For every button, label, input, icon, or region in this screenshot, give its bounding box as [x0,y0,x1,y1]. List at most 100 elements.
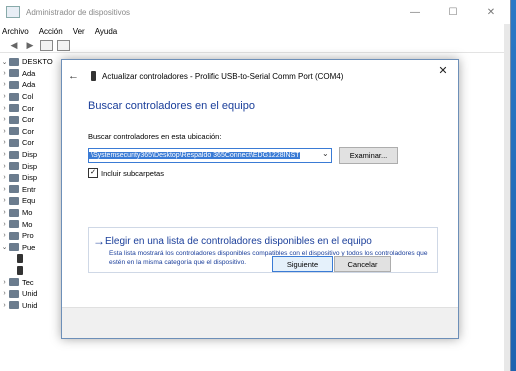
tree-item[interactable] [0,265,62,277]
close-window-button[interactable]: ✕ [472,7,510,18]
back-arrow-icon[interactable]: ← [68,70,79,82]
next-button[interactable]: Siguiente [272,256,333,272]
toolbar: ◀ ▶ [0,38,510,53]
minimize-button[interactable]: — [396,7,434,18]
close-icon[interactable]: ✕ [436,64,450,77]
path-input[interactable]: \Systemsecurity365\Desktop\Respaldo 365C… [88,148,332,163]
tree-item[interactable]: › Disp [0,149,62,161]
tree-item[interactable]: › Equ [0,195,62,207]
choose-title: Elegir en una lista de controladores dis… [105,236,372,247]
tree-item-label: Tec [22,277,34,287]
tree-item-label: Entr [22,184,36,194]
expand-icon[interactable]: › [0,232,9,239]
tree-item[interactable]: › Disp [0,160,62,172]
device-category-icon [9,301,19,310]
tree-item[interactable]: › Ada [0,68,62,80]
tree-item[interactable]: › Cor [0,114,62,126]
tree-item[interactable]: › Unid [0,299,62,311]
tree-item[interactable]: › Cor [0,137,62,149]
forward-icon[interactable]: ▶ [24,40,36,50]
window-title: Administrador de dispositivos [26,7,131,17]
include-subfolders-row[interactable]: ✓ Incluir subcarpetas [88,168,164,178]
device-category-icon [9,162,19,171]
include-subfolders-checkbox[interactable]: ✓ [88,168,98,178]
tree-root[interactable]: ⌄ DESKTO [0,56,62,68]
expand-icon[interactable]: › [0,174,9,181]
device-category-icon [9,127,19,136]
menu-accion[interactable]: Acción [39,27,63,36]
expand-icon[interactable]: › [0,197,9,204]
tree-item-label: Equ [22,196,36,206]
tree-item-label: Cor [22,126,35,136]
tree-item[interactable] [0,253,62,265]
cancel-button[interactable]: Cancelar [334,256,391,272]
computer-icon [9,57,19,66]
expand-icon[interactable]: › [0,279,9,286]
device-category-icon [9,185,19,194]
tree-item-label: Mo [22,208,33,218]
tree-item[interactable]: › Ada [0,79,62,91]
tree-item[interactable]: › Cor [0,102,62,114]
scrollbar[interactable] [504,24,510,371]
tree-item-label: Pro [22,231,34,241]
path-value: \Systemsecurity365\Desktop\Respaldo 365C… [89,152,300,159]
expand-icon[interactable]: › [0,209,9,216]
collapse-icon[interactable]: ⌄ [0,58,9,66]
collapse-icon[interactable]: ⌄ [0,243,9,251]
tree-item[interactable]: › Mo [0,218,62,230]
expand-icon[interactable]: › [0,290,9,297]
back-icon[interactable]: ◀ [8,40,20,50]
browse-button[interactable]: Examinar... [339,147,398,164]
dialog-header: ← Actualizar controladores - Prolific US… [68,70,343,82]
tree-item-label: Pue [22,242,36,252]
device-category-icon [9,289,19,298]
tree-item[interactable]: › Pro [0,230,62,242]
menu-ver[interactable]: Ver [73,27,85,36]
tree-item[interactable]: ⌄ Pue [0,242,62,254]
expand-icon[interactable]: › [0,151,9,158]
tree-item-label: Ada [22,80,36,90]
tree-item[interactable]: › Unid [0,288,62,300]
expand-icon[interactable]: › [0,302,9,309]
tree-item[interactable]: › Tec [0,276,62,288]
device-category-icon [9,69,19,78]
expand-icon[interactable]: › [0,163,9,170]
location-label: Buscar controladores en esta ubicación: [88,132,222,141]
tree-item[interactable]: › Entr [0,184,62,196]
expand-icon[interactable]: › [0,116,9,123]
expand-icon[interactable]: › [0,221,9,228]
tree-item[interactable]: › Disp [0,172,62,184]
expand-icon[interactable]: › [0,81,9,88]
chevron-down-icon[interactable]: ⌄ [322,149,329,158]
tree-item-label: Col [22,92,34,102]
device-category-icon [9,92,19,101]
expand-icon[interactable]: › [0,139,9,146]
device-category-icon [9,196,19,205]
tree-item-label: Disp [22,173,38,183]
menu-ayuda[interactable]: Ayuda [95,27,118,36]
menu-archivo[interactable]: Archivo [2,27,29,36]
properties-icon[interactable] [40,39,53,51]
dialog-title: Actualizar controladores - Prolific USB-… [102,71,344,81]
maximize-button[interactable]: ☐ [434,7,472,18]
tree-item-label: Cor [22,138,35,148]
tree-item-label: Mo [22,219,33,229]
menubar: Archivo Acción Ver Ayuda [0,24,510,38]
device-category-icon [9,150,19,159]
device-category-icon [9,208,19,217]
expand-icon[interactable]: › [0,70,9,77]
tree-item[interactable]: › Mo [0,207,62,219]
tree-item-label: Disp [22,161,38,171]
help-icon[interactable] [57,39,70,51]
device-category-icon [9,231,19,240]
expand-icon[interactable]: › [0,186,9,193]
expand-icon[interactable]: › [0,93,9,100]
usb-port-icon [17,254,23,264]
expand-icon[interactable]: › [0,105,9,112]
device-category-icon [9,138,19,147]
expand-icon[interactable]: › [0,128,9,135]
tree-item[interactable]: › Cor [0,126,62,138]
device-category-icon [9,115,19,124]
tree-item[interactable]: › Col [0,91,62,103]
usb-port-icon [17,265,23,275]
